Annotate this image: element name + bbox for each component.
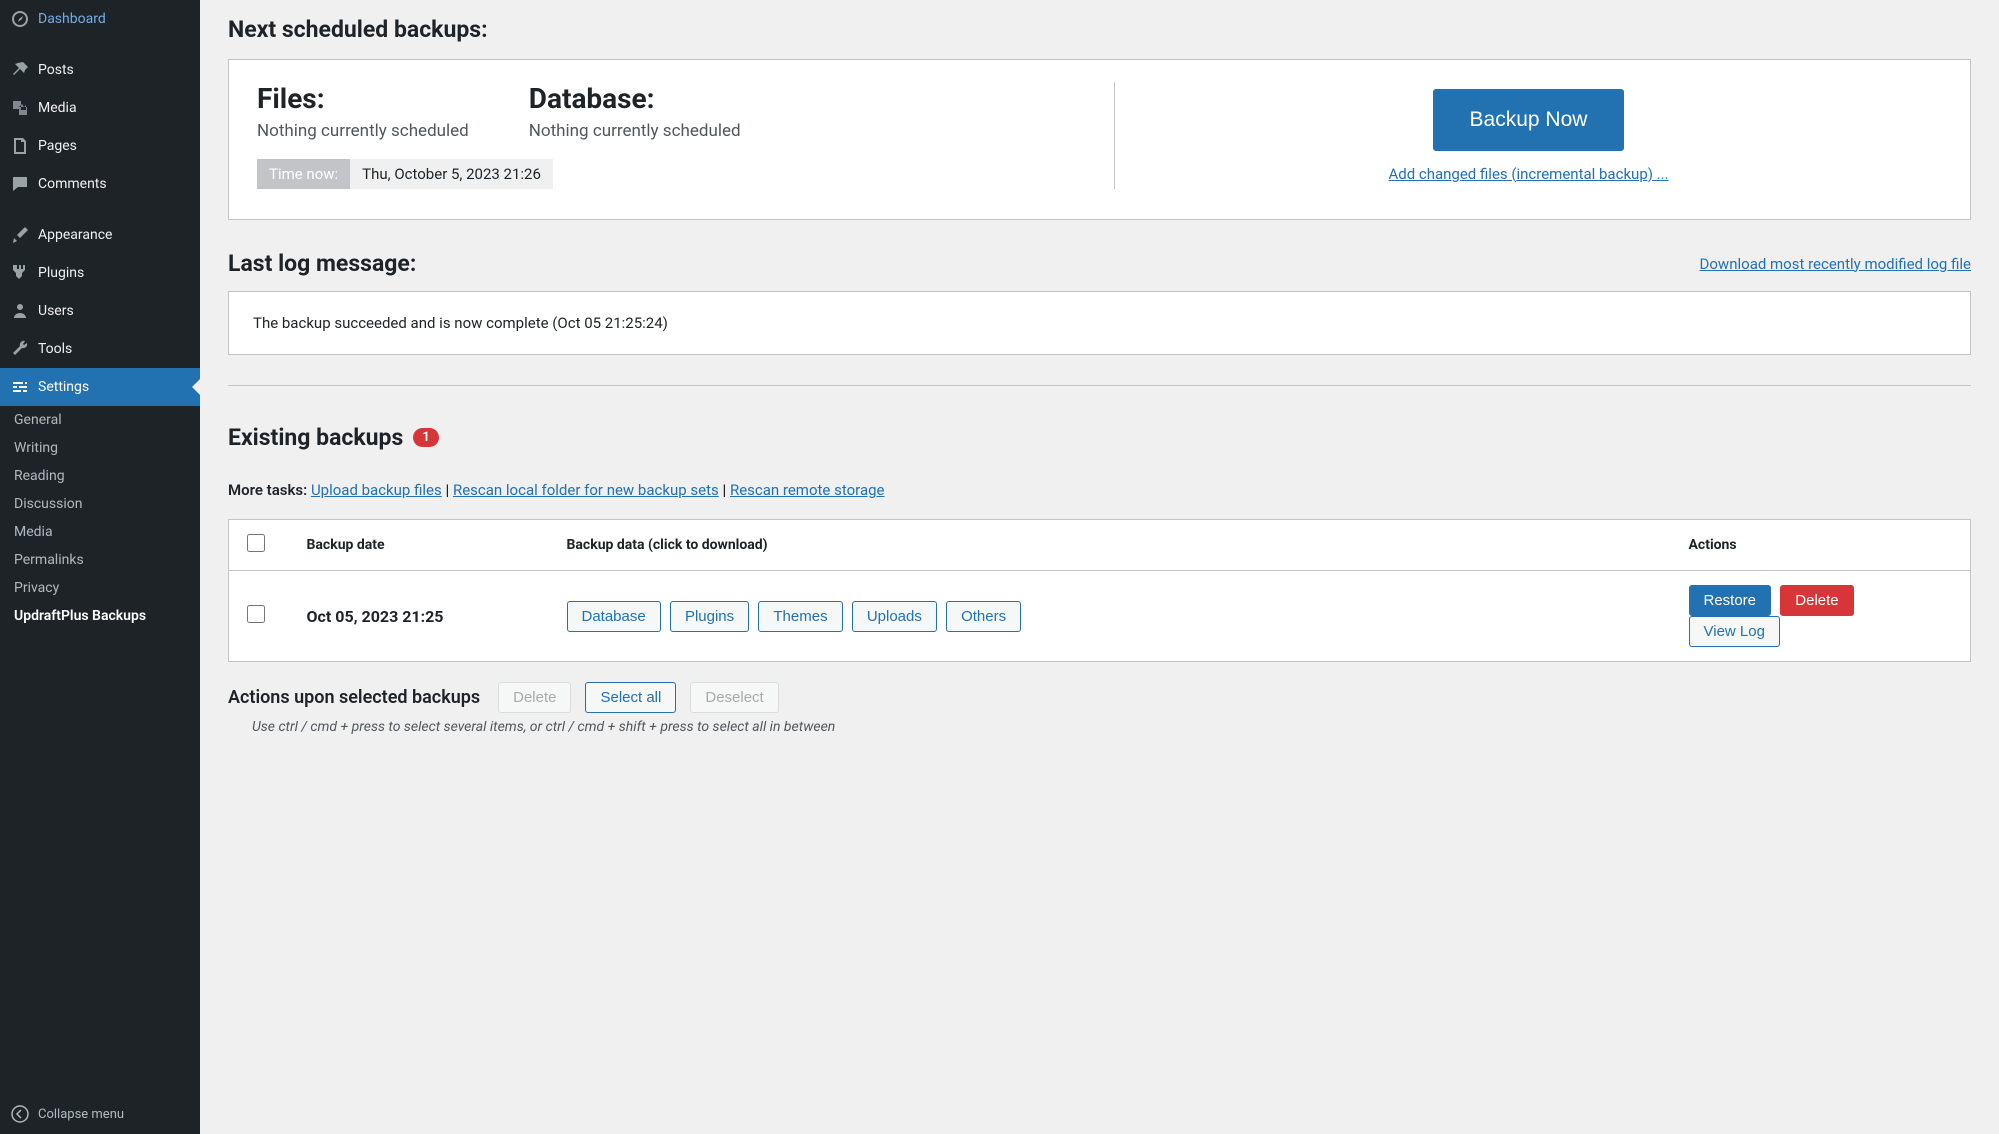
backups-table: Backup date Backup data (click to downlo… xyxy=(228,519,1971,662)
download-database-button[interactable]: Database xyxy=(567,601,661,632)
col-actions: Actions xyxy=(1671,520,1971,571)
wrench-icon xyxy=(10,339,30,359)
download-uploads-button[interactable]: Uploads xyxy=(852,601,937,632)
scheduled-panel: Files: Nothing currently scheduled Datab… xyxy=(228,59,1971,220)
more-tasks-label: More tasks: xyxy=(228,481,307,499)
view-log-button[interactable]: View Log xyxy=(1689,616,1780,647)
pages-icon xyxy=(10,136,30,156)
admin-sidebar: Dashboard Posts Media Pages Comments App… xyxy=(0,0,200,1134)
time-now-value: Thu, October 5, 2023 21:26 xyxy=(350,159,553,189)
brush-icon xyxy=(10,225,30,245)
download-themes-button[interactable]: Themes xyxy=(758,601,842,632)
submenu-item-privacy[interactable]: Privacy xyxy=(0,574,200,602)
comments-icon xyxy=(10,174,30,194)
more-tasks: More tasks: Upload backup files | Rescan… xyxy=(228,481,1971,499)
rescan-local-link[interactable]: Rescan local folder for new backup sets xyxy=(453,481,719,499)
users-icon xyxy=(10,301,30,321)
submenu-item-general[interactable]: General xyxy=(0,406,200,434)
collapse-icon xyxy=(10,1104,30,1124)
scheduled-heading: Next scheduled backups: xyxy=(228,16,1971,43)
existing-backups-heading: Existing backups xyxy=(228,424,403,451)
upload-backup-link[interactable]: Upload backup files xyxy=(311,481,442,499)
sidebar-item-appearance[interactable]: Appearance xyxy=(0,216,200,254)
selected-actions: Actions upon selected backups Delete Sel… xyxy=(228,682,1971,713)
backup-count-badge: 1 xyxy=(413,428,438,447)
last-log-heading: Last log message: xyxy=(228,250,416,277)
sidebar-item-plugins[interactable]: Plugins xyxy=(0,254,200,292)
incremental-backup-link[interactable]: Add changed files (incremental backup) .… xyxy=(1388,165,1668,183)
selected-actions-label: Actions upon selected backups xyxy=(228,687,480,708)
sidebar-item-posts[interactable]: Posts xyxy=(0,51,200,89)
backup-row: Oct 05, 2023 21:25 Database Plugins Them… xyxy=(229,571,1971,662)
time-now: Time now: Thu, October 5, 2023 21:26 xyxy=(257,159,553,189)
submenu-item-permalinks[interactable]: Permalinks xyxy=(0,546,200,574)
select-all-button[interactable]: Select all xyxy=(585,682,676,713)
selection-hint: Use ctrl / cmd + press to select several… xyxy=(228,719,1971,735)
sliders-icon xyxy=(10,377,30,397)
bulk-delete-button[interactable]: Delete xyxy=(498,682,571,713)
sidebar-label: Posts xyxy=(38,62,74,78)
submenu-item-writing[interactable]: Writing xyxy=(0,434,200,462)
row-checkbox[interactable] xyxy=(247,605,265,623)
dashboard-icon xyxy=(10,9,30,29)
main-content: Next scheduled backups: Files: Nothing c… xyxy=(200,0,1999,1134)
scheduled-left: Files: Nothing currently scheduled Datab… xyxy=(257,82,1115,189)
col-backup-data: Backup data (click to download) xyxy=(549,520,1671,571)
sidebar-label: Media xyxy=(38,100,77,116)
download-log-link[interactable]: Download most recently modified log file xyxy=(1700,255,1971,273)
collapse-menu[interactable]: Collapse menu xyxy=(0,1094,200,1134)
separator xyxy=(228,385,1971,386)
sidebar-item-tools[interactable]: Tools xyxy=(0,330,200,368)
sidebar-item-settings[interactable]: Settings xyxy=(0,368,200,406)
settings-submenu: General Writing Reading Discussion Media… xyxy=(0,406,200,630)
plug-icon xyxy=(10,263,30,283)
sidebar-label: Users xyxy=(38,303,74,319)
files-label: Files: xyxy=(257,82,469,115)
backup-date: Oct 05, 2023 21:25 xyxy=(289,571,549,662)
scheduled-right: Backup Now Add changed files (incrementa… xyxy=(1115,82,1942,189)
log-message: The backup succeeded and is now complete… xyxy=(228,291,1971,355)
database-value: Nothing currently scheduled xyxy=(529,121,741,141)
sidebar-item-media[interactable]: Media xyxy=(0,89,200,127)
sidebar-label: Comments xyxy=(38,176,107,192)
sidebar-label: Pages xyxy=(38,138,77,154)
submenu-item-updraftplus[interactable]: UpdraftPlus Backups xyxy=(0,602,200,630)
sidebar-item-comments[interactable]: Comments xyxy=(0,165,200,203)
sidebar-label: Appearance xyxy=(38,227,112,243)
select-all-checkbox[interactable] xyxy=(247,534,265,552)
download-others-button[interactable]: Others xyxy=(946,601,1021,632)
sidebar-item-dashboard[interactable]: Dashboard xyxy=(0,0,200,38)
download-plugins-button[interactable]: Plugins xyxy=(670,601,749,632)
time-now-label: Time now: xyxy=(257,159,350,189)
sidebar-item-users[interactable]: Users xyxy=(0,292,200,330)
sidebar-label: Plugins xyxy=(38,265,84,281)
collapse-label: Collapse menu xyxy=(38,1107,124,1122)
rescan-remote-link[interactable]: Rescan remote storage xyxy=(730,481,885,499)
sidebar-item-pages[interactable]: Pages xyxy=(0,127,200,165)
col-backup-date: Backup date xyxy=(289,520,549,571)
sidebar-label: Settings xyxy=(38,379,89,395)
backup-now-button[interactable]: Backup Now xyxy=(1433,89,1625,151)
submenu-item-media[interactable]: Media xyxy=(0,518,200,546)
files-value: Nothing currently scheduled xyxy=(257,121,469,141)
delete-button[interactable]: Delete xyxy=(1780,585,1853,616)
sidebar-label: Dashboard xyxy=(38,11,106,27)
sidebar-label: Tools xyxy=(38,341,72,357)
database-label: Database: xyxy=(529,82,741,115)
pin-icon xyxy=(10,60,30,80)
media-icon xyxy=(10,98,30,118)
deselect-button[interactable]: Deselect xyxy=(690,682,778,713)
submenu-item-reading[interactable]: Reading xyxy=(0,462,200,490)
submenu-item-discussion[interactable]: Discussion xyxy=(0,490,200,518)
restore-button[interactable]: Restore xyxy=(1689,585,1772,616)
